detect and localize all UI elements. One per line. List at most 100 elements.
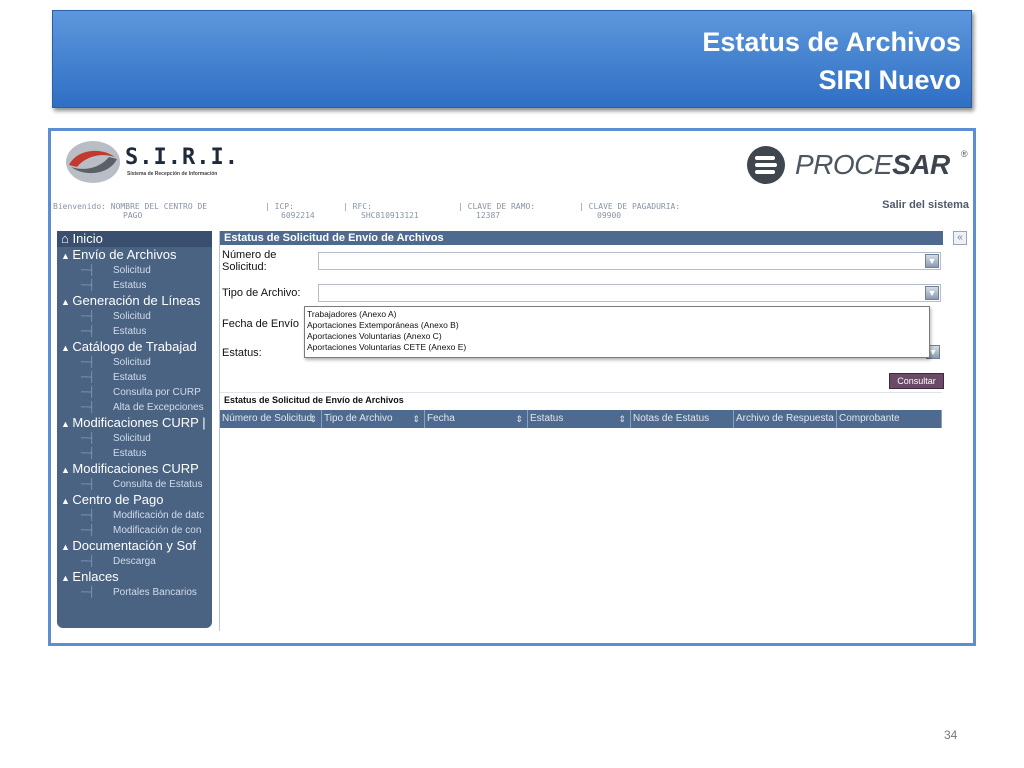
grid-column-header[interactable]: Fecha ⇕ [425,410,528,428]
procesar-logo-icon [747,146,785,184]
dropdown-option[interactable]: Aportaciones Voluntarias CETE (Anexo E) [307,342,927,353]
tree-connector-icon: ─┤ [81,525,96,536]
tree-connector-icon: ─┤ [81,311,96,322]
sidebar-section[interactable]: ▲ Centro de Pago [57,492,212,508]
tree-connector-icon: ─┤ [81,372,96,383]
sidebar-item[interactable]: ─┤ Consulta de Estatus [57,477,212,492]
dropdown-option[interactable]: Trabajadores (Anexo A) [307,309,927,320]
info-rfc: | RFC: SHC810913121 [343,202,419,220]
sidebar-section[interactable]: ▲ Modificaciones CURP [57,461,212,477]
column-label: Tipo de Archivo [324,413,393,424]
tree-connector-icon: ─┤ [81,587,96,598]
sidebar-item[interactable]: ─┤ Estatus [57,278,212,293]
column-label: Estatus [530,413,564,424]
triangle-up-icon: ▲ [61,251,73,261]
sidebar-item-label: Solicitud [113,265,151,276]
slide-title-line1: Estatus de Archivos [702,27,961,57]
triangle-up-icon: ▲ [61,419,73,429]
double-chevron-left-icon[interactable]: « [953,231,967,245]
dropdown-option[interactable]: Aportaciones Voluntarias (Anexo C) [307,331,927,342]
sidebar-item[interactable]: ─┤ Solicitud [57,309,212,324]
sort-icon[interactable]: ⇕ [309,410,317,428]
sidebar-item-label: Estatus [113,326,147,337]
tree-connector-icon: ─┤ [81,280,96,291]
numero-solicitud-label: Número de Solicitud: [222,249,276,273]
sidebar-item[interactable]: ─┤ Portales Bancarios [57,585,212,600]
registered-mark: ® [961,149,968,159]
sidebar-item-label: Estatus [113,372,147,383]
sidebar-item[interactable]: ─┤ Estatus [57,324,212,339]
tree-connector-icon: ─┤ [81,433,96,444]
sidebar-item-label: Modificación de con [113,525,202,536]
sidebar-item[interactable]: ─┤ Solicitud [57,431,212,446]
siri-logo-subtitle: Sistema de Recepción de Información [127,171,218,177]
sidebar-item[interactable]: ─┤ Estatus [57,370,212,385]
sidebar-item[interactable]: ─┤ Modificación de datc [57,508,212,523]
grid-column-header[interactable]: Número de Solicitud ⇕ [220,410,322,428]
sidebar-item[interactable]: ─┤ Descarga [57,554,212,569]
info-icp: | ICP: 6092214 [265,202,315,220]
sidebar-item[interactable]: ─┤ Modificación de con [57,523,212,538]
numero-solicitud-select[interactable]: ▼ [318,252,941,270]
sort-icon[interactable]: ⇕ [618,410,626,428]
logout-link[interactable]: Salir del sistema [882,199,969,211]
sidebar-item[interactable]: ─┤ Alta de Excepciones [57,400,212,415]
estatus-label: Estatus: [222,347,262,359]
sidebar-item-label: Consulta de Estatus [113,479,203,490]
tree-connector-icon: ─┤ [81,556,96,567]
sidebar-item-label: Solicitud [113,357,151,368]
sort-icon[interactable]: ⇕ [515,410,523,428]
tree-connector-icon: ─┤ [81,402,96,413]
tree-connector-icon: ─┤ [81,326,96,337]
grid-column-header[interactable]: Estatus ⇕ [528,410,631,428]
slide-title-line2: SIRI Nuevo [818,65,961,95]
main-panel: Estatus de Solicitud de Envío de Archivo… [219,231,944,631]
sidebar-section[interactable]: ▲ Documentación y Sof [57,538,212,554]
sidebar-item[interactable]: ─┤ Estatus [57,446,212,461]
sidebar-item[interactable]: ─┤ Solicitud [57,355,212,370]
sidebar-item[interactable]: ─┤ Solicitud [57,263,212,278]
sidebar-section[interactable]: ▲ Generación de Líneas [57,293,212,309]
info-value: SHC810913121 [361,211,419,220]
sidebar-section[interactable]: ▲ Envío de Archivos [57,247,212,263]
triangle-up-icon: ▲ [61,297,73,307]
results-title: Estatus de Solicitud de Envío de Archivo… [220,392,942,407]
sidebar-item[interactable]: ─┤ Consulta por CURP [57,385,212,400]
sidebar-item-label: Portales Bancarios [113,587,197,598]
sidebar-section-label: Enlaces [72,569,119,584]
chevron-down-icon[interactable]: ▼ [925,286,939,300]
sidebar-section[interactable]: ▲ Catálogo de Trabajad [57,339,212,355]
home-icon: ⌂ [61,231,73,246]
info-value: 09900 [597,211,622,220]
info-clave-pagaduria: | CLAVE DE PAGADURIA: 09900 [579,202,681,220]
triangle-up-icon: ▲ [61,465,73,475]
label-line: Número de [222,249,277,261]
chevron-down-icon[interactable]: ▼ [925,254,939,268]
sidebar-section[interactable]: ▲ Modificaciones CURP | [57,415,212,431]
sidebar-item-label: Solicitud [113,433,151,444]
grid-column-header[interactable]: Archivo de Respuesta [734,410,837,428]
sidebar-item-label: Descarga [113,556,156,567]
grid-column-header[interactable]: Comprobante [837,410,942,428]
tipo-archivo-select[interactable]: ▼ [318,284,941,302]
sidebar-item-inicio[interactable]: ⌂ Inicio [57,231,212,247]
dropdown-option[interactable]: Aportaciones Extemporáneas (Anexo B) [307,320,927,331]
info-value: 12387 [476,211,501,220]
column-label: Notas de Estatus [633,413,710,424]
info-clave-ramo: | CLAVE DE RAMO: 12387 [458,202,536,220]
grid-column-header[interactable]: Notas de Estatus [631,410,734,428]
results-grid-header: Número de Solicitud ⇕ Tipo de Archivo ⇕ Fech… [220,410,942,428]
sidebar-section[interactable]: ▲ Enlaces [57,569,212,585]
sort-icon[interactable]: ⇕ [412,410,420,428]
app-header: S.I.R.I. Sistema de Recepción de Informa… [51,131,973,231]
sidebar-section-label: Modificaciones CURP [72,461,199,476]
sidebar-item-label: Consulta por CURP [113,387,201,398]
grid-column-header[interactable]: Tipo de Archivo ⇕ [322,410,425,428]
triangle-up-icon: ▲ [61,496,73,506]
consultar-button[interactable]: Consultar [889,373,944,389]
label-line: Solicitud: [222,261,267,273]
slide: Estatus de Archivos SIRI Nuevo S.I.R.I. … [0,0,1024,768]
info-welcome: Bienvenido: NOMBRE DEL CENTRO DE PAGO [53,202,207,220]
sidebar-item-label: Alta de Excepciones [113,402,204,413]
triangle-up-icon: ▲ [61,573,73,583]
